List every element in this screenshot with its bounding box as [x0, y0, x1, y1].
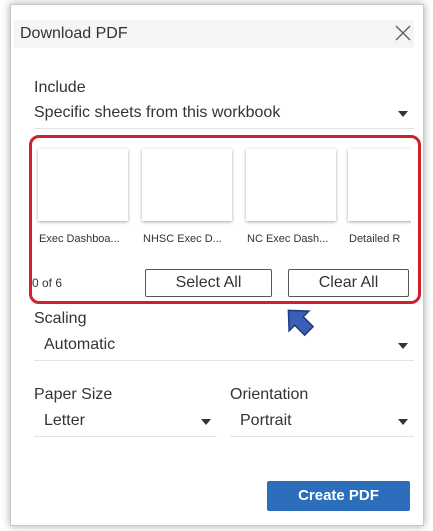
- chevron-down-icon: [201, 419, 211, 425]
- include-label: Include: [34, 79, 86, 96]
- paper-size-select[interactable]: Letter: [34, 411, 217, 437]
- sheet-thumbnail[interactable]: Exec Dashboa...: [35, 145, 135, 255]
- sheet-caption: Detailed R: [349, 233, 401, 245]
- sheet-thumbnail[interactable]: Detailed R: [345, 145, 411, 255]
- orientation-select[interactable]: Portrait: [230, 411, 414, 437]
- sheet-preview: [246, 149, 336, 221]
- sheet-preview: [38, 149, 128, 221]
- orientation-select-value: Portrait: [240, 412, 292, 429]
- paper-size-label: Paper Size: [34, 386, 113, 403]
- scaling-select-value: Automatic: [44, 336, 116, 353]
- chevron-down-icon: [398, 419, 408, 425]
- clear-all-button[interactable]: Clear All: [288, 269, 409, 297]
- selected-count: 0 of 6: [32, 276, 63, 290]
- sheet-thumbnail[interactable]: NC Exec Dash...: [243, 145, 343, 255]
- close-button[interactable]: [392, 22, 414, 44]
- create-pdf-button[interactable]: Create PDF: [267, 481, 410, 511]
- orientation-label: Orientation: [230, 386, 309, 403]
- sheet-thumbnail[interactable]: NHSC Exec D...: [139, 145, 239, 255]
- scaling-label: Scaling: [34, 310, 87, 327]
- sheet-preview: [142, 149, 232, 221]
- dialog-title: Download PDF: [20, 25, 128, 42]
- sheet-preview: [348, 149, 411, 221]
- paper-size-select-value: Letter: [44, 412, 85, 429]
- include-select[interactable]: Specific sheets from this workbook: [34, 103, 414, 129]
- scaling-select[interactable]: Automatic: [34, 335, 414, 361]
- include-select-value: Specific sheets from this workbook: [34, 104, 281, 121]
- sheet-caption: NC Exec Dash...: [247, 233, 329, 245]
- close-icon: [395, 25, 411, 41]
- annotation-arrow-icon: [287, 309, 315, 337]
- sheet-caption: NHSC Exec D...: [143, 233, 222, 245]
- sheet-caption: Exec Dashboa...: [39, 233, 120, 245]
- chevron-down-icon: [398, 111, 408, 117]
- select-all-button[interactable]: Select All: [145, 269, 272, 297]
- chevron-down-icon: [398, 343, 408, 349]
- sheet-thumbnails: Exec Dashboa... NHSC Exec D... NC Exec D…: [35, 145, 411, 260]
